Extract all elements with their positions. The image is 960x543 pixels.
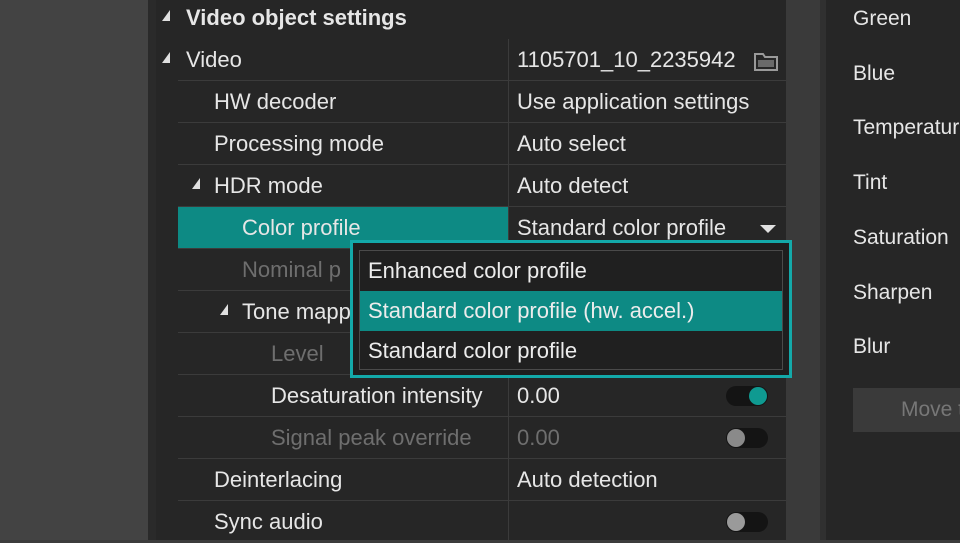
row-label: Processing mode (214, 131, 384, 156)
triangle-expanded-icon[interactable] (192, 178, 200, 189)
background-left (0, 0, 148, 540)
move-button[interactable]: Move t (853, 388, 960, 432)
row-label: HW decoder (214, 89, 337, 114)
signal-peak-value: 0.00 (517, 425, 560, 450)
dropdown-option-selected[interactable]: Standard color profile (hw. accel.) (360, 291, 782, 331)
section-header[interactable]: Video object settings (156, 0, 786, 38)
section-title: Video object settings (186, 5, 407, 30)
triangle-expanded-icon[interactable] (220, 304, 228, 315)
sync-audio-toggle[interactable] (726, 512, 768, 532)
row-hw-decoder[interactable]: HW decoder Use application settings (156, 81, 786, 123)
row-label: Color profile (242, 215, 361, 240)
desaturation-value[interactable]: 0.00 (517, 375, 560, 417)
label-tint: Tint (853, 171, 888, 194)
triangle-expanded-icon[interactable] (162, 52, 170, 63)
row-hdr-mode[interactable]: HDR mode Auto detect (156, 165, 786, 207)
signal-peak-toggle[interactable] (726, 428, 768, 448)
row-label: Level (271, 341, 324, 366)
row-processing-mode[interactable]: Processing mode Auto select (156, 123, 786, 165)
folder-icon[interactable] (753, 50, 779, 72)
row-label: Desaturation intensity (271, 383, 483, 408)
label-blue: Blue (853, 62, 896, 85)
row-desaturation-intensity[interactable]: Desaturation intensity 0.00 (156, 375, 786, 417)
hw-decoder-value[interactable]: Use application settings (517, 81, 749, 123)
row-label: HDR mode (214, 173, 323, 198)
label-temperature: Temperatur (853, 116, 960, 139)
processing-mode-value[interactable]: Auto select (517, 123, 626, 165)
color-profile-dropdown: Enhanced color profile Standard color pr… (350, 240, 792, 378)
label-sharpen: Sharpen (853, 281, 933, 304)
row-label: Tone mapp (242, 299, 351, 324)
row-signal-peak-override: Signal peak override 0.00 (156, 417, 786, 459)
hdr-mode-value[interactable]: Auto detect (517, 165, 628, 207)
video-file-value[interactable]: 1105701_10_2235942 (517, 39, 749, 81)
row-sync-audio[interactable]: Sync audio (156, 501, 786, 543)
label-green: Green (853, 7, 912, 30)
label-blur: Blur (853, 335, 891, 358)
row-label: Nominal p (242, 257, 342, 282)
dropdown-option[interactable]: Standard color profile (360, 331, 782, 371)
triangle-expanded-icon[interactable] (162, 10, 170, 21)
move-button-label: Move t (901, 398, 960, 421)
dropdown-option[interactable]: Enhanced color profile (360, 251, 782, 291)
panel-border (148, 0, 156, 540)
row-video[interactable]: Video 1105701_10_2235942 (156, 39, 786, 81)
row-label: Video (186, 47, 242, 72)
dropdown-list: Enhanced color profile Standard color pr… (359, 250, 783, 370)
row-label: Sync audio (214, 509, 323, 534)
desaturation-toggle[interactable] (726, 386, 768, 406)
deinterlacing-value[interactable]: Auto detection (517, 459, 658, 501)
row-label: Deinterlacing (214, 467, 343, 492)
row-deinterlacing[interactable]: Deinterlacing Auto detection (156, 459, 786, 501)
label-saturation: Saturation (853, 226, 949, 249)
row-label: Signal peak override (271, 425, 472, 450)
